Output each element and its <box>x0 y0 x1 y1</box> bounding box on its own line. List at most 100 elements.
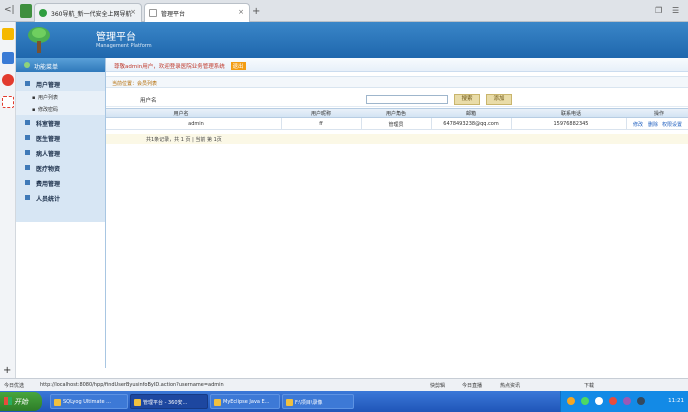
browser-tabbar: <| 360导航_新一代安全上网导航 × 管理平台 × + ❐ ☰ <box>0 0 688 22</box>
tab-admin-platform[interactable]: 管理平台 × <box>144 3 250 22</box>
menu-item-label: 人员统计 <box>36 196 61 203</box>
taskbar: 开始 SQLyog Ultimate ... 管理平台 - 360安... My… <box>0 391 688 412</box>
menu-item-label: 医疗物资 <box>36 166 61 173</box>
task-browser[interactable]: 管理平台 - 360安... <box>130 394 208 409</box>
start-button[interactable]: 开始 <box>0 392 42 411</box>
square-icon <box>25 195 30 200</box>
user-table: 用户名 用户昵称 用户角色 邮箱 联系电话 操作 admin ff 管理员 64… <box>106 108 688 130</box>
column-divider <box>626 118 627 130</box>
menu-item-label: 医生管理 <box>36 136 61 143</box>
menu-header-label: 功能菜单 <box>34 64 59 71</box>
breadcrumb: 当前位置：会员列表 <box>106 76 688 88</box>
status-bar: 今日优选 http://localhost:8080/hpp/findUserB… <box>0 378 688 391</box>
column-header: 操作 <box>653 111 664 117</box>
square-icon <box>25 165 30 170</box>
tray-icon[interactable] <box>623 397 631 405</box>
status-url: http://localhost:8080/hpp/findUserByusin… <box>40 382 224 388</box>
list-icon[interactable] <box>2 52 14 64</box>
menu-icon[interactable]: ☰ <box>672 6 679 15</box>
cell-phone: 15976882345 <box>553 121 589 127</box>
back-icon[interactable]: <| <box>4 5 16 17</box>
column-header: 用户角色 <box>385 111 406 117</box>
app-header: 管理平台 Management Platform <box>16 22 688 58</box>
square-icon <box>25 150 30 155</box>
edit-link[interactable]: 修改 <box>633 121 643 128</box>
function-menu: 功能菜单 用户管理 ▪ 用户列表 ▪ 修改密码 科室管理 医生管理 病人管理 医 <box>16 58 106 368</box>
table-row: admin ff 管理员 6478493238@qq.com 159768823… <box>106 118 688 130</box>
cell-nickname: ff <box>319 121 323 127</box>
status-link[interactable]: 热点资讯 <box>500 382 520 389</box>
welcome-bar: 尊敬admin用户，欢迎登录医院业务管理系统 退出 <box>106 58 688 72</box>
status-link[interactable]: 快剪辑 <box>430 382 445 389</box>
shield-icon[interactable] <box>20 4 32 18</box>
status-link[interactable]: 下载 <box>584 382 594 389</box>
menu-item-doctor[interactable]: 医生管理 <box>16 130 105 145</box>
tray-icon[interactable] <box>567 397 575 405</box>
app-icon <box>134 399 141 406</box>
search-row: 用户名 搜索 添加 <box>106 92 688 107</box>
weibo-icon[interactable] <box>2 74 14 86</box>
cell-role: 管理员 <box>388 122 404 128</box>
today-picks[interactable]: 今日优选 <box>4 382 24 389</box>
menu-item-statistics[interactable]: 人员统计 <box>16 190 105 205</box>
menu-subitem-change-password[interactable]: ▪ 修改密码 <box>16 103 105 115</box>
permission-link[interactable]: 权限设置 <box>662 121 682 128</box>
logout-button[interactable]: 退出 <box>230 62 246 70</box>
task-myeclipse[interactable]: MyEclipse Java E... <box>210 394 280 409</box>
tray-icon[interactable] <box>609 397 617 405</box>
menu-subitem-user-list[interactable]: ▪ 用户列表 <box>16 91 105 103</box>
close-icon[interactable]: × <box>238 8 244 16</box>
menu-body: 用户管理 ▪ 用户列表 ▪ 修改密码 科室管理 医生管理 病人管理 医疗物资 费… <box>16 72 105 222</box>
column-header: 用户名 <box>173 111 189 117</box>
task-sqlyog[interactable]: SQLyog Ultimate ... <box>50 394 128 409</box>
favorites-icon[interactable] <box>2 28 14 40</box>
square-icon <box>25 135 30 140</box>
menu-header-icon <box>24 62 30 68</box>
menu-item-label: 用户管理 <box>36 82 61 89</box>
tray-icon[interactable] <box>595 397 603 405</box>
table-header: 用户名 用户昵称 用户角色 邮箱 联系电话 操作 <box>106 108 688 118</box>
menu-header: 功能菜单 <box>16 58 105 72</box>
add-icon[interactable]: + <box>3 365 11 376</box>
content-area <box>106 144 688 368</box>
menu-item-department[interactable]: 科室管理 <box>16 115 105 130</box>
status-link[interactable]: 今日直播 <box>462 382 482 389</box>
app-icon <box>214 399 221 406</box>
tab-label: 管理平台 <box>161 11 186 18</box>
app-subtitle: Management Platform <box>96 43 152 49</box>
pagination: 共1条记录，共 1 页 | 当前 第 1页 <box>106 134 688 144</box>
menu-item-medical-supplies[interactable]: 医疗物资 <box>16 160 105 175</box>
tray-icon[interactable] <box>581 397 589 405</box>
clock: 11:21 <box>668 398 684 404</box>
close-icon[interactable]: × <box>130 8 136 16</box>
task-label: 管理平台 - 360安... <box>143 400 188 406</box>
cell-email: 6478493238@qq.com <box>443 121 499 127</box>
app-title: 管理平台 <box>96 32 136 43</box>
bullet-icon: ▪ <box>32 107 36 113</box>
system-tray: 11:21 <box>560 391 688 412</box>
tree-logo-icon <box>28 27 50 53</box>
delete-link[interactable]: 删除 <box>648 121 658 128</box>
column-header: 联系电话 <box>560 111 581 117</box>
welcome-text: 尊敬admin用户，欢迎登录医院业务管理系统 <box>114 64 225 70</box>
menu-item-user-management[interactable]: 用户管理 <box>16 76 105 91</box>
search-label: 用户名 <box>140 98 157 104</box>
username-search-input[interactable] <box>366 95 448 104</box>
at-icon[interactable] <box>2 96 14 108</box>
menu-item-patient[interactable]: 病人管理 <box>16 145 105 160</box>
start-label: 开始 <box>14 398 28 406</box>
task-folder[interactable]: F:\项目\录像 <box>282 394 354 409</box>
restore-icon[interactable]: ❐ <box>655 6 662 15</box>
tab-360-nav[interactable]: 360导航_新一代安全上网导航 × <box>34 3 142 22</box>
menu-item-fees[interactable]: 费用管理 <box>16 175 105 190</box>
windows-icon <box>4 397 12 405</box>
new-tab-button[interactable]: + <box>252 6 260 17</box>
search-button[interactable]: 搜索 <box>454 94 480 105</box>
tray-icon[interactable] <box>637 397 645 405</box>
menu-item-label: 费用管理 <box>36 181 61 188</box>
bullet-icon: ▪ <box>32 95 36 101</box>
task-label: MyEclipse Java E... <box>223 399 270 405</box>
square-icon <box>25 120 30 125</box>
add-button[interactable]: 添加 <box>486 94 512 105</box>
menu-item-label: 科室管理 <box>36 121 61 128</box>
